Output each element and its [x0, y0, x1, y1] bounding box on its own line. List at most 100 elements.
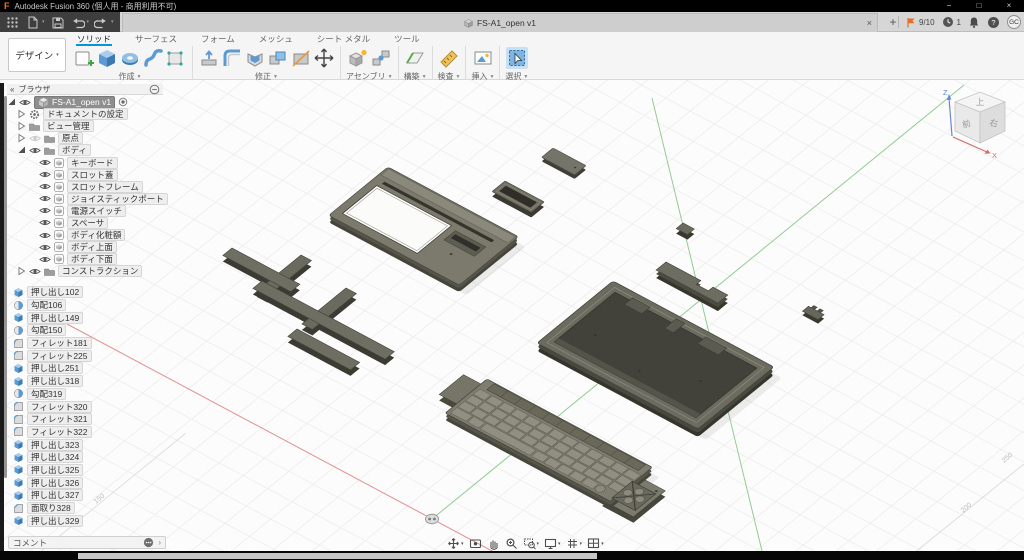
maximize-button[interactable]: □ — [964, 0, 994, 12]
feature-label[interactable]: フィレット321 — [27, 413, 92, 425]
ribbon-tab-3[interactable]: メッシュ — [258, 33, 294, 46]
timeline-feature[interactable]: 勾配106 — [13, 299, 92, 312]
nav-zoom[interactable] — [505, 537, 518, 550]
tool-construction-plane[interactable] — [404, 47, 426, 69]
browser-item-label[interactable]: 電源スイッチ — [67, 205, 126, 217]
expand-arrow-icon[interactable] — [17, 109, 26, 119]
browser-item-label[interactable]: キーボード — [67, 157, 118, 169]
feature-label[interactable]: フィレット225 — [27, 350, 92, 362]
browser-row[interactable]: ドキュメントの設定 — [7, 108, 168, 120]
model-part-power-switch[interactable] — [656, 262, 728, 311]
tool-new-component[interactable] — [347, 47, 369, 69]
tool-move[interactable] — [313, 47, 335, 69]
browser-item-label[interactable]: ドキュメントの設定 — [43, 108, 128, 120]
tool-insert-image[interactable] — [472, 47, 494, 69]
notification-bell-icon[interactable] — [968, 16, 980, 28]
browser-item-label[interactable]: スロットフレーム — [67, 181, 143, 193]
expand-arrow-icon[interactable] — [7, 97, 16, 107]
feature-label[interactable]: 押し出し251 — [27, 362, 83, 374]
feature-label[interactable]: フィレット320 — [27, 401, 92, 413]
minimize-button[interactable]: − — [934, 0, 964, 12]
browser-item-label[interactable]: 原点 — [58, 132, 83, 144]
feature-label[interactable]: 押し出し102 — [27, 286, 83, 298]
feature-label[interactable]: 押し出し149 — [27, 312, 83, 324]
ribbon-tab-5[interactable]: ツール — [393, 33, 421, 46]
model-part-body-bottom[interactable] — [537, 281, 774, 437]
feature-label[interactable]: フィレット322 — [27, 426, 92, 438]
expand-arrow-icon[interactable] — [17, 121, 26, 131]
timeline-feature[interactable]: 押し出し102 — [13, 286, 92, 299]
tool-sketch[interactable] — [73, 47, 95, 69]
model-part-connector[interactable] — [802, 304, 826, 324]
expand-arrow-icon[interactable] — [17, 145, 26, 155]
timeline-feature[interactable]: フィレット181 — [13, 337, 92, 350]
browser-item-label[interactable]: ボディ — [58, 144, 91, 156]
browser-row[interactable]: ボディ上面 — [7, 241, 168, 253]
document-tab[interactable]: FS-A1_open v1 × — [122, 13, 878, 32]
collapse-panel-icon[interactable]: « — [10, 85, 14, 94]
browser-item-label[interactable]: コンストラクション — [58, 265, 142, 277]
redo-icon[interactable] — [94, 15, 109, 30]
expand-comments-icon[interactable]: › — [158, 538, 161, 547]
feature-label[interactable]: 押し出し323 — [27, 439, 83, 451]
nav-orbit-pan[interactable]: ▾ — [447, 537, 464, 550]
model-part-joystick-port[interactable] — [676, 223, 694, 240]
visibility-eye-icon[interactable] — [19, 98, 31, 107]
timeline-feature[interactable]: 押し出し318 — [13, 375, 92, 388]
feature-label[interactable]: 勾配106 — [27, 299, 66, 311]
browser-panel-header[interactable]: « ブラウザ — [7, 84, 163, 95]
model-part-slot-frame[interactable] — [492, 181, 544, 217]
origin-marker[interactable] — [426, 514, 439, 524]
timeline-feature[interactable]: 押し出し251 — [13, 362, 92, 375]
feature-label[interactable]: 押し出し318 — [27, 375, 83, 387]
expand-arrow-icon[interactable] — [17, 133, 26, 143]
tool-extrude[interactable] — [96, 47, 118, 69]
model-part-body-top-cover[interactable] — [329, 167, 519, 292]
undo-icon[interactable] — [70, 15, 85, 30]
visibility-eye-icon[interactable] — [29, 134, 41, 143]
feature-label[interactable]: フィレット181 — [27, 337, 92, 349]
timeline-feature[interactable]: 押し出し329 — [13, 514, 92, 527]
feature-label[interactable]: 押し出し326 — [27, 477, 83, 489]
browser-item-label[interactable]: ビュー管理 — [43, 120, 94, 132]
timeline-feature[interactable]: 押し出し149 — [13, 311, 92, 324]
ribbon-tab-2[interactable]: フォーム — [200, 33, 236, 46]
avatar[interactable]: GC — [1007, 15, 1021, 29]
browser-item-label[interactable]: ボディ化粧額 — [67, 229, 125, 241]
tab-close-icon[interactable]: × — [867, 16, 872, 30]
feature-label[interactable]: 押し出し329 — [27, 515, 83, 527]
visibility-eye-icon[interactable] — [39, 170, 51, 179]
feature-label[interactable]: 勾配150 — [27, 324, 66, 336]
browser-item-label[interactable]: ボディ下面 — [67, 253, 117, 265]
timeline-feature[interactable]: 押し出し323 — [13, 438, 92, 451]
nav-zoom-window[interactable]: ▾ — [523, 537, 540, 550]
visibility-eye-icon[interactable] — [39, 255, 51, 264]
browser-root-row[interactable]: FS-A1_open v1 — [7, 96, 168, 108]
comments-bar[interactable]: コメント › — [8, 536, 166, 549]
tool-select[interactable] — [506, 47, 528, 69]
visibility-eye-icon[interactable] — [39, 194, 51, 203]
browser-row[interactable]: 原点 — [7, 132, 168, 144]
feature-label[interactable]: 押し出し325 — [27, 464, 83, 476]
visibility-eye-icon[interactable] — [39, 231, 51, 240]
browser-row[interactable]: ビュー管理 — [7, 120, 168, 132]
tool-sweep[interactable] — [142, 47, 164, 69]
timeline-feature[interactable]: 面取り328 — [13, 502, 92, 515]
visibility-eye-icon[interactable] — [39, 182, 51, 191]
browser-row[interactable]: 電源スイッチ — [7, 205, 168, 217]
timeline-feature[interactable]: 押し出し327 — [13, 489, 92, 502]
nav-display-settings[interactable]: ▾ — [544, 537, 561, 550]
app-grid-icon[interactable] — [5, 15, 20, 30]
browser-item-label[interactable]: スロット蓋 — [67, 169, 118, 181]
ribbon-tab-4[interactable]: シート メタル — [316, 33, 371, 46]
browser-row[interactable]: キーボード — [7, 156, 168, 168]
tool-fillet[interactable] — [221, 47, 243, 69]
visibility-eye-icon[interactable] — [39, 158, 51, 167]
feature-label[interactable]: 勾配319 — [27, 388, 66, 400]
help-icon[interactable]: ? — [987, 16, 1000, 29]
timeline-feature[interactable]: フィレット320 — [13, 400, 92, 413]
timeline-feature[interactable]: フィレット321 — [13, 413, 92, 426]
ribbon-tab-0[interactable]: ソリッド — [76, 33, 112, 46]
tool-measure[interactable] — [438, 47, 460, 69]
browser-item-label[interactable]: ジョイスティックポート — [67, 193, 168, 205]
